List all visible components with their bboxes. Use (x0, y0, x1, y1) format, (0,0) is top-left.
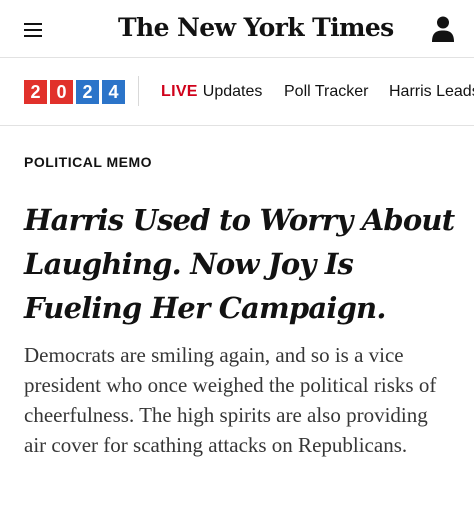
account-icon[interactable] (431, 15, 455, 43)
live-updates-label: Updates (202, 83, 263, 100)
nav-divider (138, 76, 139, 106)
article-kicker[interactable]: POLITICAL MEMO (24, 154, 152, 170)
badge-digit: 2 (76, 80, 99, 104)
article-headline[interactable]: Harris Used to Worry About Laughing. Now… (24, 198, 464, 330)
hamburger-menu-icon[interactable] (24, 23, 42, 37)
top-header: The New York Times (0, 0, 474, 58)
article-summary: Democrats are smiling again, and so is a… (24, 343, 437, 457)
nav-item-poll-tracker[interactable]: Poll Tracker (284, 82, 368, 102)
badge-digit: 4 (102, 80, 125, 104)
nav-item-live-updates[interactable]: LIVE Updates (161, 82, 262, 102)
nav-item-harris-leads[interactable]: Harris Leads (389, 82, 474, 102)
live-tag: LIVE (161, 83, 198, 100)
badge-digit: 0 (50, 80, 73, 104)
election-nav-bar: 2 0 2 4 LIVE Updates Poll Tracker Harris … (0, 58, 474, 126)
badge-digit: 2 (24, 80, 47, 104)
election-2024-badge[interactable]: 2 0 2 4 (24, 80, 125, 104)
nyt-masthead-logo[interactable]: The New York Times (118, 11, 394, 45)
